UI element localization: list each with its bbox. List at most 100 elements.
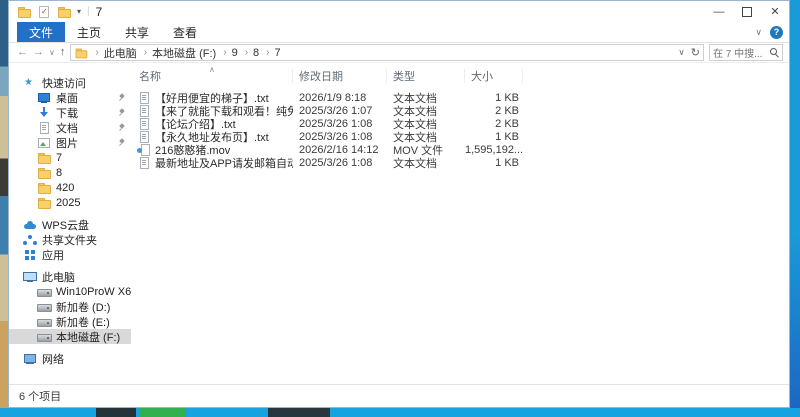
sidebar-item-icon (37, 106, 51, 119)
pin-icon (118, 124, 125, 131)
window-controls: — ✕ (705, 1, 789, 22)
file-type: 文本文档 (393, 157, 437, 170)
sidebar-item-icon (23, 77, 37, 89)
pin-icon (118, 139, 125, 146)
desktop-edge-right (790, 0, 800, 417)
quick-access-toolbar: ▾ | (9, 5, 90, 18)
ribbon-tab[interactable]: 查看 (161, 22, 209, 42)
search-icon[interactable] (770, 48, 779, 57)
sidebar-item-label: 桌面 (56, 92, 78, 105)
main-area: 快速访问 桌面 下载 文档 图片 (9, 63, 789, 384)
sidebar-item[interactable]: 7 (9, 150, 131, 165)
titlebar: ▾ | 7 — ✕ (9, 1, 789, 22)
help-icon[interactable]: ? (770, 25, 783, 39)
taskbar-sliver[interactable] (0, 408, 800, 417)
refresh-icon[interactable]: ↻ (691, 46, 700, 59)
breadcrumb-item[interactable]: 7 (261, 47, 281, 59)
file-type-icon (137, 143, 151, 156)
sidebar-item[interactable]: WPS云盘 (9, 217, 131, 232)
sidebar-item[interactable]: 本地磁盘 (F:) (9, 329, 131, 344)
sidebar-item[interactable]: 图片 (9, 135, 131, 150)
breadcrumb[interactable]: 此电脑本地磁盘 (F:)987 ∨ ↻ (70, 44, 704, 61)
divider: | (87, 6, 90, 17)
sidebar-item-icon (37, 286, 52, 298)
sidebar-item[interactable]: 文档 (9, 120, 131, 135)
sidebar-item-label: 应用 (42, 249, 64, 262)
sidebar-item-label: 下载 (56, 107, 78, 120)
sidebar-item[interactable]: Win10ProW X64 (C:) (9, 284, 131, 299)
sort-ascending-icon: ∧ (209, 65, 215, 74)
taskbar-icon[interactable] (96, 408, 136, 417)
column-headers: 名称 ∧ 修改日期 类型 大小 (131, 65, 789, 85)
sidebar-item[interactable]: 共享文件夹 (9, 232, 131, 247)
sidebar-item[interactable]: 2025 (9, 195, 131, 210)
sidebar-item-label: 本地磁盘 (F:) (56, 331, 121, 344)
sidebar-item[interactable]: 网络 (9, 351, 131, 366)
navigation-pane: 快速访问 桌面 下载 文档 图片 (9, 63, 131, 384)
sidebar-item[interactable]: 此电脑 (9, 269, 131, 284)
sidebar-item-label: 8 (56, 166, 63, 179)
column-header-name[interactable]: 名称 ∧ (131, 65, 293, 83)
back-icon[interactable]: ← (17, 47, 28, 58)
properties-icon[interactable] (37, 5, 51, 18)
location-folder-icon (75, 47, 88, 58)
sidebar-item[interactable]: 新加卷 (D:) (9, 299, 131, 314)
sidebar-item-icon (37, 152, 51, 164)
ribbon-tab[interactable]: 共享 (113, 22, 161, 42)
sidebar-item-label: 2025 (56, 196, 81, 209)
ribbon-tab[interactable]: 主页 (65, 22, 113, 42)
maximize-icon (742, 6, 752, 17)
sidebar-item-icon (37, 137, 51, 149)
sidebar-item[interactable]: 8 (9, 165, 131, 180)
sidebar-item-label: 420 (56, 181, 75, 194)
up-icon[interactable]: ↑ (60, 47, 66, 58)
sidebar-item-label: 7 (56, 151, 63, 164)
taskbar-icon[interactable] (268, 408, 330, 417)
sidebar-item[interactable]: 快速访问 (9, 75, 131, 90)
recent-locations-icon[interactable]: ∨ (49, 48, 55, 57)
ribbon-tab[interactable]: 文件 (17, 22, 66, 42)
sidebar-item-label: 网络 (42, 353, 64, 366)
new-folder-icon[interactable] (57, 6, 71, 18)
explorer-window: ▾ | 7 — ✕ 文件主页共享查看 ∨ ? ← → ∨ ↑ 此电脑本地磁盘 (… (8, 0, 790, 408)
collapse-ribbon-icon[interactable]: ∨ (755, 27, 762, 38)
sidebar-item-label: 此电脑 (42, 271, 75, 284)
sidebar-item-label: 快速访问 (42, 77, 86, 90)
address-dropdown-icon[interactable]: ∨ (678, 47, 685, 58)
file-size: 2 KB (495, 104, 519, 117)
sidebar-item-label: WPS云盘 (42, 219, 90, 232)
sidebar-item-label: Win10ProW X64 (C:) (56, 285, 131, 298)
file-date: 2025/3/26 1:07 (299, 104, 373, 117)
forward-icon[interactable]: → (33, 47, 44, 58)
breadcrumb-item[interactable]: 此电脑 (90, 45, 137, 61)
column-header-size[interactable]: 大小 (465, 69, 523, 83)
ribbon-right-controls: ∨ ? (755, 22, 783, 42)
file-type-icon (137, 156, 151, 169)
breadcrumb-item[interactable]: 9 (218, 47, 238, 59)
file-list: 名称 ∧ 修改日期 类型 大小 【好用便宜的梯子】.txt 2026/1/9 8… (131, 63, 789, 384)
sidebar-item[interactable]: 新加卷 (E:) (9, 314, 131, 329)
file-size: 1 KB (495, 91, 519, 104)
column-header-date[interactable]: 修改日期 (293, 69, 387, 83)
file-date: 2026/1/9 8:18 (299, 91, 367, 104)
file-row[interactable]: 最新地址及APP请发邮箱自动获取！！！ ... 2025/3/26 1:08 文… (131, 156, 789, 170)
search-box[interactable]: 在 7 中搜... (709, 44, 783, 61)
sidebar-item[interactable]: 桌面 (9, 90, 131, 105)
sidebar-item-label: 新加卷 (E:) (56, 316, 110, 329)
sidebar-item[interactable]: 下载 (9, 105, 131, 120)
taskbar-icon[interactable] (140, 408, 186, 417)
file-size: 1 KB (495, 130, 519, 143)
close-button[interactable]: ✕ (761, 1, 789, 22)
sidebar-item[interactable]: 应用 (9, 247, 131, 262)
column-header-type[interactable]: 类型 (387, 69, 465, 83)
search-placeholder: 在 7 中搜... (713, 49, 763, 60)
ribbon-tabs: 文件 主页 共享 查看 ∨ ? (9, 22, 789, 43)
file-date: 2026/2/16 14:12 (299, 143, 379, 156)
sidebar-item[interactable]: 420 (9, 180, 131, 195)
file-rows: 【好用便宜的梯子】.txt 2026/1/9 8:18 文本文档 1 KB 【来… (131, 91, 789, 170)
breadcrumb-item[interactable]: 本地磁盘 (F:) (139, 45, 216, 61)
breadcrumb-item[interactable]: 8 (240, 47, 259, 59)
minimize-button[interactable]: — (705, 1, 733, 22)
qat-dropdown-icon[interactable]: ▾ (77, 7, 81, 16)
maximize-button[interactable] (733, 1, 761, 22)
